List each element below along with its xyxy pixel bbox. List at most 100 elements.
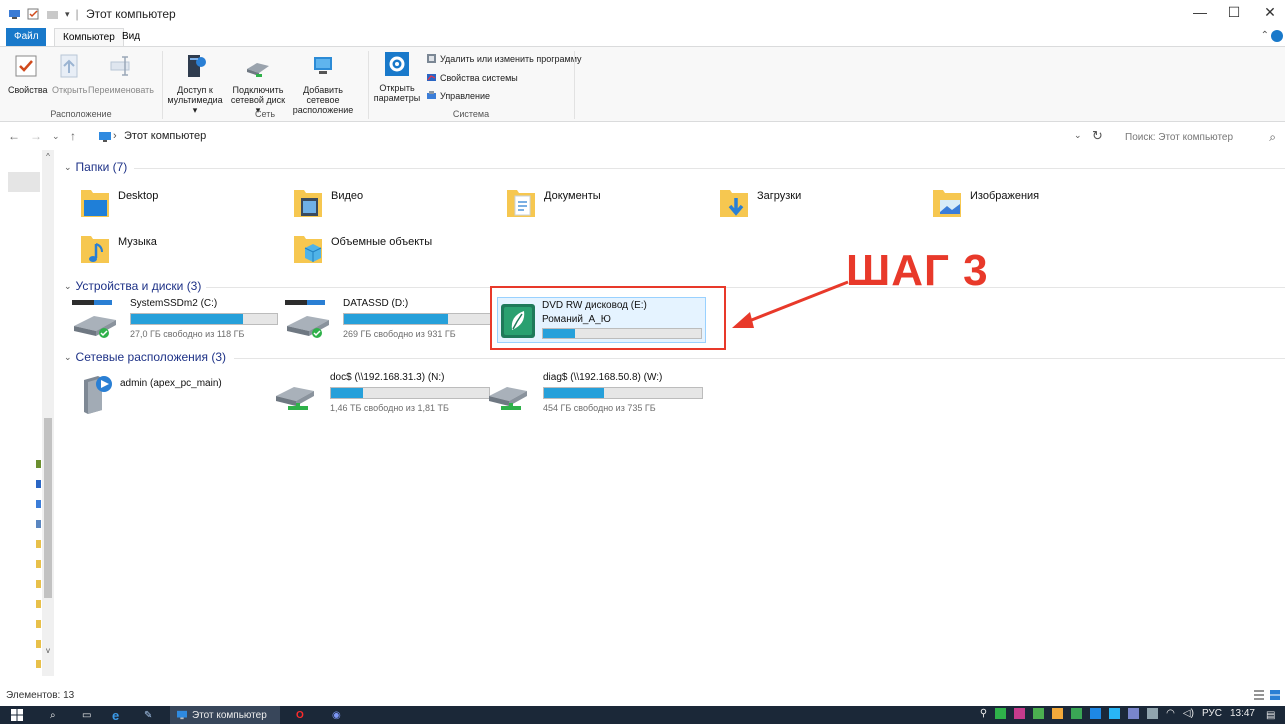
section-devices-header[interactable]: ⌄ Устройства и диски (3) [64, 279, 201, 293]
folder-video[interactable]: Видео [293, 186, 493, 226]
pen-app-icon[interactable]: ✎ [144, 708, 152, 722]
nav-item-icon[interactable] [36, 480, 41, 488]
clock-time[interactable]: 13:47 [1230, 708, 1255, 719]
add-network-location-button[interactable]: Добавить сетевое расположение [288, 53, 358, 115]
folder-desktop[interactable]: Desktop [80, 186, 280, 226]
drive-c[interactable]: SystemSSDm2 (C:) 27,0 ГБ свободно из 118… [72, 298, 282, 342]
folder-3d-objects[interactable]: Объемные объекты [293, 232, 493, 272]
folder-pictures[interactable]: Изображения [932, 186, 1132, 226]
search-icon[interactable]: ⌕ [50, 708, 56, 722]
nav-item-icon[interactable] [36, 460, 41, 468]
qa-dropdown-icon[interactable]: ▾ [65, 9, 70, 20]
section-divider [134, 168, 1285, 169]
open-button[interactable]: Открыть [52, 53, 87, 95]
nav-folder-icon[interactable] [36, 560, 41, 568]
up-button[interactable]: ↑ [70, 129, 76, 143]
scroll-up-icon[interactable]: ^ [42, 152, 54, 164]
tray-app-icon[interactable] [1128, 708, 1140, 719]
system-drive-icon [72, 300, 116, 338]
group-separator [574, 51, 575, 119]
tray-app-icon[interactable] [1071, 708, 1083, 719]
media-server-icon [188, 55, 206, 77]
refresh-icon[interactable]: ↻ [1092, 128, 1103, 144]
rename-button[interactable]: Переименовать [88, 53, 154, 95]
tray-app-icon[interactable] [1109, 708, 1121, 719]
group-location-label: Расположение [50, 109, 112, 119]
scroll-down-icon[interactable]: v [42, 646, 54, 658]
new-folder-icon[interactable] [46, 8, 59, 20]
forward-button[interactable]: → [30, 129, 42, 143]
tray-app-icon[interactable] [1147, 708, 1159, 719]
back-button[interactable]: ← [8, 129, 20, 143]
drive-name: DATASSD (D:) [343, 298, 409, 309]
collapse-ribbon-icon[interactable]: ⌃ [1261, 30, 1269, 41]
tray-app-icon[interactable] [1052, 708, 1064, 719]
nav-folder-icon[interactable] [36, 640, 41, 648]
tray-app-icon[interactable] [1090, 708, 1102, 719]
system-properties-button[interactable]: Свойства системы [426, 72, 518, 83]
task-view-icon[interactable]: ▭ [82, 708, 91, 722]
tiles-view-icon[interactable] [1269, 689, 1281, 701]
network-drive-n[interactable]: doc$ (\\192.168.31.3) (N:) 1,46 ТБ свобо… [272, 372, 490, 416]
scrollbar-thumb[interactable] [44, 418, 52, 598]
drive-usage-bar [130, 313, 278, 325]
search-input[interactable]: Поиск: Этот компьютер [1125, 132, 1233, 143]
nav-folder-icon[interactable] [36, 600, 41, 608]
section-folders-header[interactable]: ⌄ Папки (7) [64, 160, 127, 174]
network-wifi-icon[interactable]: ◠ [1166, 708, 1175, 719]
opera-browser-icon[interactable]: O [296, 708, 304, 722]
nav-item-icon[interactable] [36, 500, 41, 508]
help-icon[interactable] [1271, 30, 1283, 42]
maximize-button[interactable]: ☐ [1220, 4, 1248, 24]
manage-button[interactable]: Управление [426, 90, 490, 101]
folder-music[interactable]: Музыка [80, 232, 280, 272]
details-view-icon[interactable] [1253, 689, 1265, 701]
nav-folder-icon[interactable] [36, 620, 41, 628]
start-windows-icon[interactable] [10, 708, 24, 722]
drive-usage-fill [131, 314, 244, 324]
nav-folder-icon[interactable] [36, 660, 41, 668]
search-icon[interactable]: ⌕ [1269, 130, 1276, 145]
tray-app-icon[interactable] [995, 708, 1007, 719]
app-icon[interactable]: ◉ [332, 708, 341, 722]
minimize-button[interactable]: — [1186, 4, 1214, 24]
address-bar[interactable]: › Этот компьютер ⌄ ↻ [96, 127, 1112, 147]
address-dropdown-icon[interactable]: ⌄ [1074, 130, 1082, 141]
tab-view[interactable]: Вид [114, 28, 148, 46]
network-drive-icon [489, 387, 527, 410]
taskbar-explorer-button[interactable]: Этот компьютер [176, 708, 267, 722]
open-settings-button[interactable]: Открыть параметры [372, 51, 422, 103]
breadcrumb-this-pc[interactable]: Этот компьютер [124, 130, 206, 142]
folder-downloads[interactable]: Загрузки [719, 186, 919, 226]
nav-selected-item[interactable] [8, 172, 40, 192]
folder-documents[interactable]: Документы [506, 186, 706, 226]
volume-icon[interactable]: ◁) [1183, 708, 1194, 719]
recent-locations-chevron-icon[interactable]: ⌄ [52, 131, 60, 142]
properties-button[interactable]: Свойства [8, 53, 48, 95]
computer-icon[interactable] [8, 8, 21, 20]
nav-item-icon[interactable] [36, 520, 41, 528]
network-drive-icon [276, 387, 314, 410]
folder-label: Объемные объекты [331, 236, 433, 248]
tray-app-icon[interactable] [1033, 708, 1045, 719]
notifications-icon[interactable]: ▤ [1266, 708, 1275, 722]
item-count: Элементов: 13 [6, 690, 75, 701]
tab-file[interactable]: Файл [6, 28, 46, 46]
map-network-drive-button[interactable]: Подключить сетевой диск ▾ [228, 53, 288, 115]
network-location-admin[interactable]: admin (apex_pc_main) [80, 372, 290, 416]
drive-d[interactable]: DATASSD (D:) 269 ГБ свободно из 931 ГБ [285, 298, 495, 342]
nav-folder-icon[interactable] [36, 580, 41, 588]
edge-browser-icon[interactable]: e [112, 708, 119, 723]
people-icon[interactable]: ⚲ [980, 708, 987, 719]
close-button[interactable]: ✕ [1256, 4, 1284, 24]
folder-label: Музыка [118, 236, 157, 248]
section-network-header[interactable]: ⌄ Сетевые расположения (3) [64, 350, 226, 364]
tray-app-icon[interactable] [1014, 708, 1026, 719]
media-access-button[interactable]: Доступ к мультимедиа ▾ [164, 53, 226, 115]
nav-folder-icon[interactable] [36, 540, 41, 548]
input-language[interactable]: РУС [1202, 708, 1222, 719]
uninstall-program-button[interactable]: Удалить или изменить программу [426, 53, 581, 64]
properties-check-icon[interactable] [27, 8, 40, 20]
search-box[interactable]: Поиск: Этот компьютер ⌕ [1116, 127, 1281, 147]
network-drive-w[interactable]: diag$ (\\192.168.50.8) (W:) 454 ГБ свобо… [485, 372, 703, 416]
